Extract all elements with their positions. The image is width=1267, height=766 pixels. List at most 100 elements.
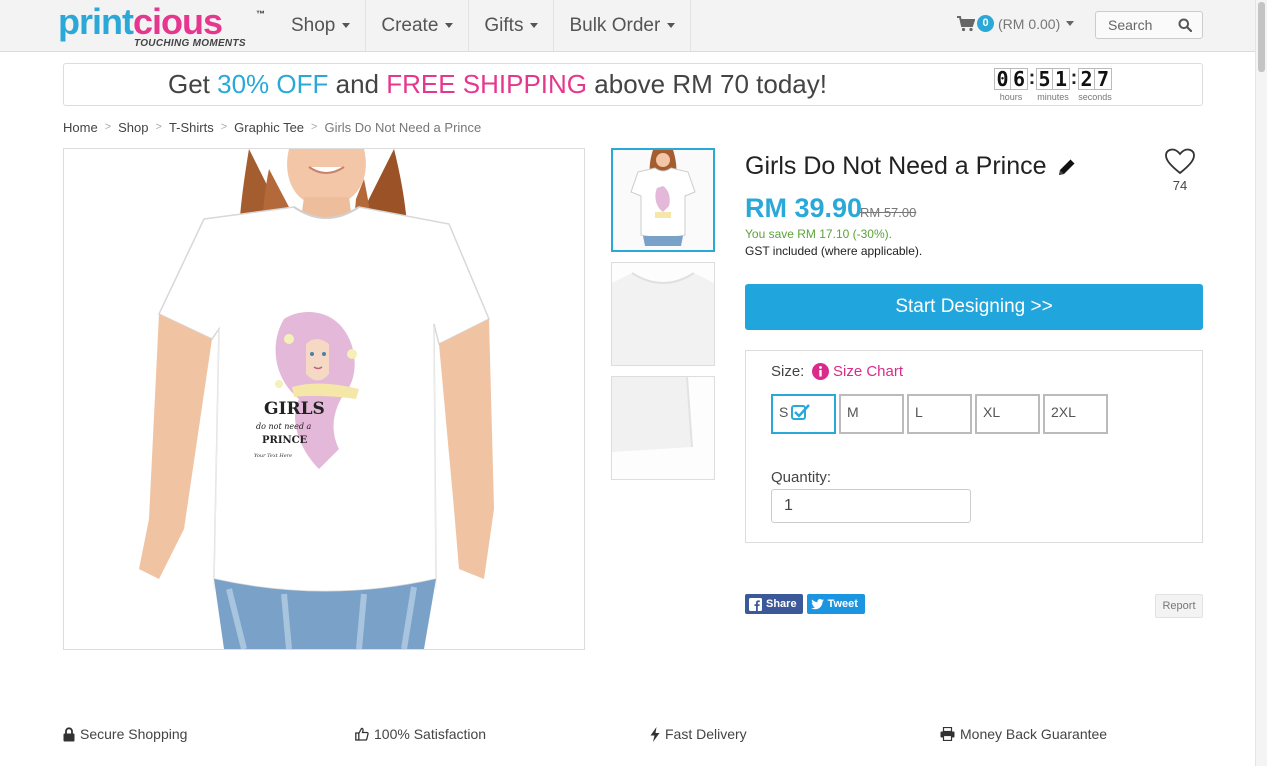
timer-digit: 2 xyxy=(1078,68,1095,90)
lock-icon xyxy=(63,726,75,741)
feature-label: 100% Satisfaction xyxy=(374,726,487,742)
feature-secure-shopping: Secure Shopping xyxy=(63,726,187,742)
logo-tagline: TOUCHING MOMENTS xyxy=(134,38,246,49)
feature-money-back: Money Back Guarantee xyxy=(940,726,1107,742)
nav-shop[interactable]: Shop xyxy=(276,0,367,51)
breadcrumb-current: Girls Do Not Need a Prince xyxy=(324,120,482,135)
timer-seconds: 27 seconds xyxy=(1078,68,1112,102)
promo-banner: Get 30% OFF and FREE SHIPPING above RM 7… xyxy=(63,63,1203,106)
product-main-image[interactable]: GIRLS do not need a PRINCE Your Text Her… xyxy=(63,148,585,650)
design-text-custom: Your Text Here xyxy=(254,453,292,459)
nav-create-label: Create xyxy=(381,14,439,36)
nav-create[interactable]: Create xyxy=(366,0,470,51)
checkbox-checked-icon xyxy=(791,404,811,420)
favorite-count: 74 xyxy=(1172,178,1188,193)
timer-minutes-label: minutes xyxy=(1037,92,1069,102)
scrollbar-thumb[interactable] xyxy=(1258,2,1265,72)
feature-label: Secure Shopping xyxy=(80,726,188,742)
product-title: Girls Do Not Need a Prince xyxy=(745,152,1047,180)
timer-digit: 5 xyxy=(1036,68,1053,90)
design-text-do-not-need: do not need a xyxy=(256,422,311,431)
search-icon[interactable] xyxy=(1178,18,1192,32)
breadcrumb-home[interactable]: Home xyxy=(63,120,98,135)
thumbnail-detail-2-image xyxy=(612,377,714,479)
feature-label: Fast Delivery xyxy=(665,726,747,742)
size-option-m[interactable]: M xyxy=(839,394,904,434)
size-option-label: L xyxy=(915,404,923,420)
promo-free-shipping: FREE SHIPPING xyxy=(386,69,588,99)
timer-digit: 0 xyxy=(994,68,1011,90)
logo-text-cious: cious xyxy=(132,1,223,42)
thumbs-up-icon xyxy=(355,727,369,741)
feature-satisfaction: 100% Satisfaction xyxy=(355,726,486,742)
size-option-2xl[interactable]: 2XL xyxy=(1043,394,1108,434)
nav-gifts[interactable]: Gifts xyxy=(469,0,555,51)
facebook-share-button[interactable]: Share xyxy=(745,594,803,614)
shopping-cart-icon xyxy=(957,15,975,31)
size-option-label: XL xyxy=(983,404,1001,420)
timer-digit: 7 xyxy=(1095,68,1112,90)
social-share-row: Share Tweet xyxy=(745,594,865,614)
logo-trademark: ™ xyxy=(256,9,265,19)
product-savings: You save RM 17.10 (-30%). xyxy=(745,227,892,241)
site-header: printcious ™ TOUCHING MOMENTS Shop Creat… xyxy=(0,0,1267,52)
timer-digit: 1 xyxy=(1053,68,1070,90)
site-logo[interactable]: printcious ™ TOUCHING MOMENTS xyxy=(58,2,273,51)
breadcrumb-shop[interactable]: Shop xyxy=(118,120,148,135)
promo-text-pre: Get xyxy=(168,69,218,99)
size-option-label: M xyxy=(847,404,859,420)
promo-discount: 30% OFF xyxy=(217,69,329,99)
size-option-label: 2XL xyxy=(1051,404,1076,420)
cart-count-badge: 0 xyxy=(977,15,994,32)
features-strip: Secure Shopping 100% Satisfaction Fast D… xyxy=(0,726,1255,766)
caret-down-icon xyxy=(445,23,454,28)
thumbnail-detail-1-image xyxy=(612,263,714,365)
printer-icon xyxy=(940,727,955,741)
facebook-share-label: Share xyxy=(766,598,797,610)
breadcrumb-graphic-tee[interactable]: Graphic Tee xyxy=(234,120,304,135)
pencil-icon[interactable] xyxy=(1056,156,1078,178)
caret-down-icon xyxy=(530,23,539,28)
timer-seconds-label: seconds xyxy=(1078,92,1112,102)
design-text-prince: PRINCE xyxy=(262,435,308,446)
product-price: RM 39.90 xyxy=(745,193,863,223)
breadcrumb-separator: > xyxy=(155,121,162,133)
quantity-input[interactable] xyxy=(771,489,971,523)
size-chart-label: Size Chart xyxy=(833,363,904,380)
nav-gifts-label: Gifts xyxy=(484,14,524,36)
page-scrollbar[interactable] xyxy=(1255,0,1267,766)
feature-label: Money Back Guarantee xyxy=(960,726,1108,742)
cart-total: (RM 0.00) xyxy=(998,15,1061,32)
size-selector: S M L XL 2XL xyxy=(771,394,1111,434)
search-input[interactable] xyxy=(1108,17,1172,33)
main-nav: Shop Create Gifts Bulk Order xyxy=(276,0,692,51)
timer-minutes: 51 minutes xyxy=(1036,68,1070,102)
thumbnail-front-image xyxy=(630,150,696,246)
thumbnail-detail-2[interactable] xyxy=(611,376,715,480)
lightning-bolt-icon xyxy=(650,726,660,742)
cart-dropdown[interactable]: 0 (RM 0.00) xyxy=(957,15,1075,32)
tweet-button[interactable]: Tweet xyxy=(806,594,865,614)
thumbnail-front[interactable] xyxy=(611,148,715,252)
timer-hours: 06 hours xyxy=(994,68,1028,102)
thumbnail-detail-1[interactable] xyxy=(611,262,715,366)
size-option-xl[interactable]: XL xyxy=(975,394,1040,434)
search-box xyxy=(1095,11,1203,39)
size-chart-link[interactable]: Size Chart xyxy=(812,363,903,380)
report-button[interactable]: Report xyxy=(1155,594,1203,618)
breadcrumb: Home > Shop > T-Shirts > Graphic Tee > Girls… xyxy=(63,120,481,135)
size-option-l[interactable]: L xyxy=(907,394,972,434)
start-designing-button[interactable]: Start Designing >> xyxy=(745,284,1203,330)
nav-bulk-order[interactable]: Bulk Order xyxy=(554,0,692,51)
size-option-s[interactable]: S xyxy=(771,394,836,434)
heart-icon xyxy=(1165,148,1195,175)
tweet-label: Tweet xyxy=(827,598,858,610)
size-option-label: S xyxy=(779,404,789,420)
breadcrumb-separator: > xyxy=(104,121,112,133)
gst-note: GST included (where applicable). xyxy=(745,244,923,258)
promo-text: Get 30% OFF and FREE SHIPPING above RM 7… xyxy=(168,69,827,100)
logo-text-print: print xyxy=(58,1,134,42)
breadcrumb-t-shirts[interactable]: T-Shirts xyxy=(169,120,214,135)
favorite-button[interactable]: 74 xyxy=(1163,148,1197,193)
size-label: Size: xyxy=(771,363,805,380)
